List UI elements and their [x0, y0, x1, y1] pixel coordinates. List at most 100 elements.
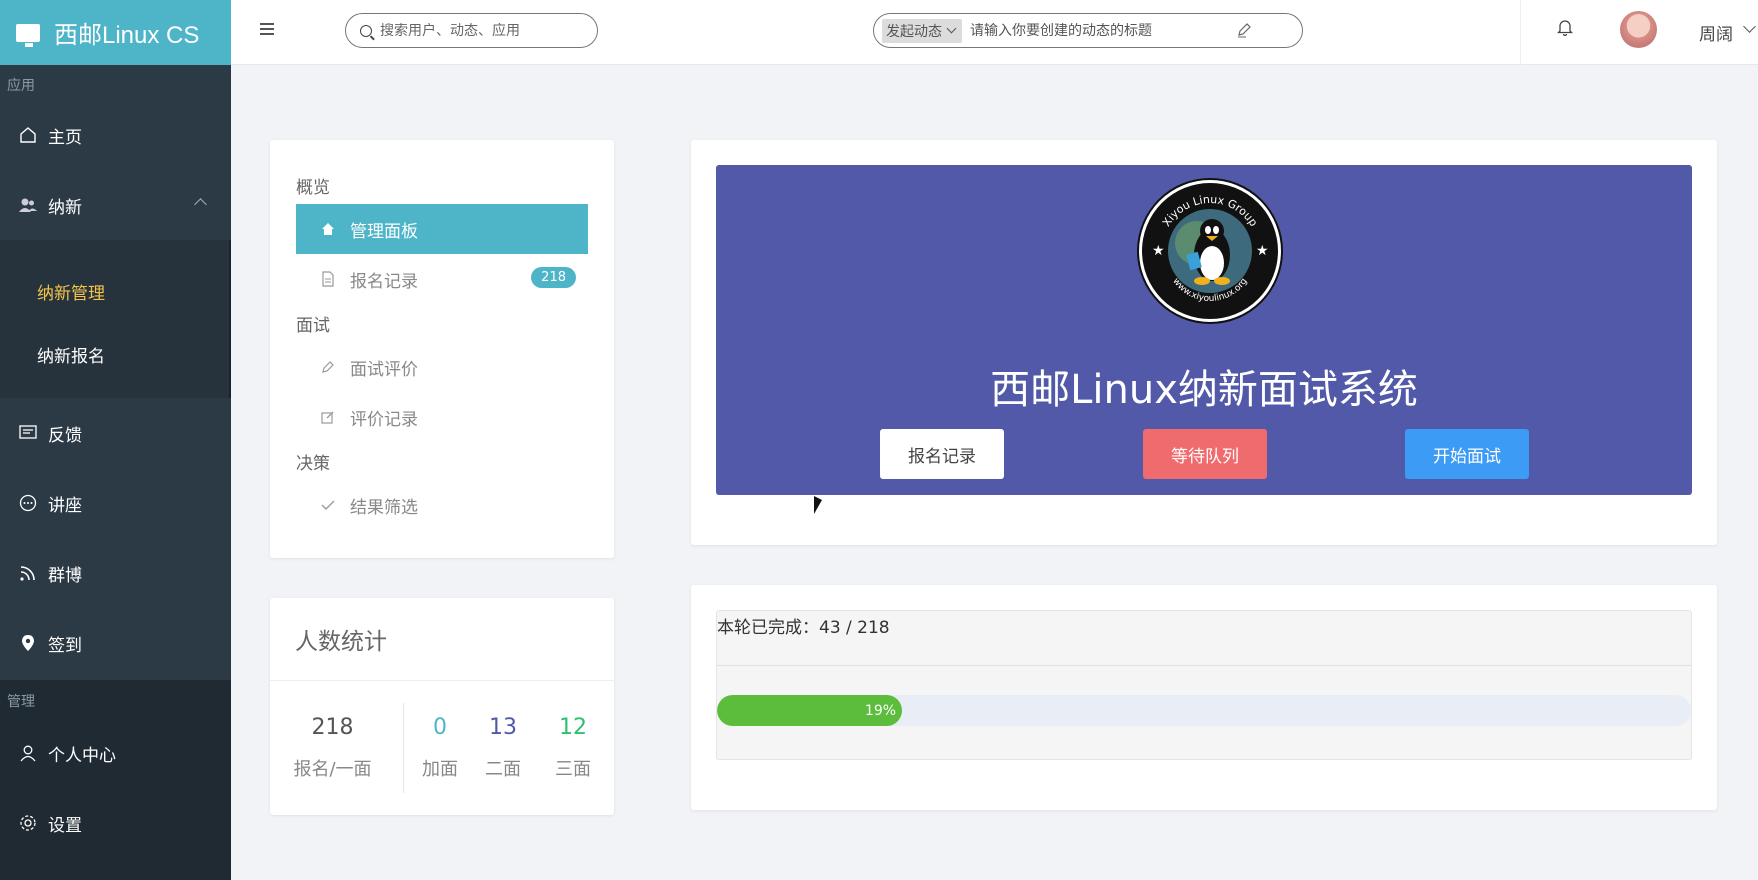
search-box[interactable]	[345, 13, 598, 48]
sidebar-item-label: 个人中心	[48, 745, 116, 766]
sidebar-manage-section: 管理 个人中心 设置	[0, 680, 231, 880]
stat-signup: 218 报名/一面	[270, 715, 395, 781]
chevron-down-icon[interactable]	[1743, 20, 1756, 33]
waiting-queue-button[interactable]: 等待队列	[1143, 429, 1267, 479]
sidebar-item-label: 纳新	[48, 197, 82, 218]
avatar[interactable]	[1620, 11, 1657, 48]
menu-item-eval-records[interactable]: 评价记录	[296, 392, 588, 442]
stat-extra: 0 加面	[412, 715, 468, 781]
home-icon	[18, 125, 38, 145]
progress-panel: 本轮已完成：43 / 218 19%	[716, 610, 1692, 760]
sidebar: 西邮Linux CS 应用 主页 纳新 纳新管理 纳新报名 反馈 讲座 群博 签…	[0, 0, 231, 880]
stat-number: 12	[559, 715, 587, 740]
menu-item-label: 报名记录	[350, 271, 418, 292]
menu-item-label: 面试评价	[350, 359, 418, 380]
sidebar-item-label: 签到	[48, 635, 82, 656]
topbar: 发起动态 周阔	[231, 0, 1758, 65]
progress-fill: 19%	[717, 695, 903, 726]
section-label-manage: 管理	[7, 694, 35, 710]
app-title: 西邮Linux CS	[54, 22, 200, 49]
stat-label: 二面	[485, 759, 521, 780]
sidebar-subitem-recruit-manage[interactable]: 纳新管理	[0, 260, 229, 323]
sidebar-item-label: 设置	[48, 815, 82, 836]
hero-card: Xiyou Linux Group www.xiyoulinux.org ★ ★…	[691, 140, 1717, 545]
svg-text:★: ★	[1152, 243, 1165, 259]
stat-number: 13	[489, 715, 517, 740]
stat-label: 报名/一面	[293, 759, 372, 780]
post-title-input[interactable]	[970, 22, 1240, 39]
section-label-apps: 应用	[7, 77, 35, 94]
progress-label: 本轮已完成：43 / 218	[717, 611, 1691, 666]
menu-item-label: 管理面板	[350, 221, 418, 242]
chevron-down-icon	[946, 23, 957, 34]
progress-percent: 19%	[864, 702, 897, 719]
stat-label: 加面	[422, 759, 458, 780]
menu-item-label: 结果筛选	[350, 497, 418, 518]
home-icon	[320, 221, 336, 237]
post-type-select[interactable]: 发起动态	[882, 18, 962, 43]
sidebar-item-profile[interactable]: 个人中心	[0, 718, 231, 788]
stats-row: 218 报名/一面 0 加面 13 二面 12 三面	[270, 681, 614, 815]
post-box[interactable]: 发起动态	[873, 13, 1303, 48]
overview-card: 概览 管理面板 报名记录 218 面试 面试评价 评价记录 决策 结果筛选	[270, 140, 614, 558]
progress-card: 本轮已完成：43 / 218 19%	[691, 585, 1717, 810]
menu-toggle-icon[interactable]	[260, 23, 274, 35]
svg-text:★: ★	[1256, 243, 1269, 259]
bell-icon[interactable]	[1556, 18, 1574, 40]
chat-icon	[18, 493, 38, 513]
users-icon	[18, 195, 38, 215]
stat-number: 0	[433, 715, 447, 740]
document-icon	[320, 271, 336, 287]
group-title-interview: 面试	[296, 315, 330, 336]
search-input[interactable]	[380, 22, 570, 39]
chevron-up-icon	[194, 198, 207, 211]
post-type-label: 发起动态	[886, 23, 942, 40]
sidebar-item-recruit[interactable]: 纳新	[0, 170, 231, 240]
brand[interactable]: 西邮Linux CS	[0, 0, 231, 65]
monitor-icon	[16, 23, 40, 47]
menu-item-label: 评价记录	[350, 409, 418, 430]
sidebar-item-checkin[interactable]: 签到	[0, 608, 231, 678]
hero-title: 西邮Linux纳新面试系统	[990, 367, 1418, 413]
sidebar-item-label: 群博	[48, 565, 82, 586]
gear-icon	[18, 813, 38, 833]
start-interview-button[interactable]: 开始面试	[1405, 429, 1529, 479]
sidebar-item-lecture[interactable]: 讲座	[0, 468, 231, 538]
group-title-overview: 概览	[296, 177, 330, 198]
user-icon	[18, 743, 38, 763]
signup-records-button[interactable]: 报名记录	[880, 429, 1004, 479]
pen-icon[interactable]	[1236, 22, 1252, 38]
sidebar-item-settings[interactable]: 设置	[0, 788, 231, 858]
stat-number: 218	[311, 715, 354, 740]
sidebar-subitem-recruit-signup[interactable]: 纳新报名	[0, 323, 229, 386]
username[interactable]: 周阔	[1699, 20, 1733, 45]
menu-item-signup-records[interactable]: 报名记录 218	[296, 254, 588, 304]
menu-item-interview-eval[interactable]: 面试评价	[296, 342, 588, 392]
count-badge: 218	[531, 267, 576, 288]
pen-icon	[320, 359, 336, 375]
sidebar-submenu: 纳新管理 纳新报名	[0, 240, 231, 398]
topbar-divider	[1520, 0, 1521, 65]
sidebar-item-home[interactable]: 主页	[0, 100, 231, 170]
xiyou-linux-logo: Xiyou Linux Group www.xiyoulinux.org ★ ★	[1139, 180, 1281, 322]
stats-divider	[403, 703, 404, 793]
check-icon	[320, 497, 336, 513]
group-title-decision: 决策	[296, 453, 330, 474]
sidebar-item-feedback[interactable]: 反馈	[0, 398, 231, 468]
stat-label: 三面	[555, 759, 591, 780]
edit-icon	[320, 409, 336, 425]
mouse-cursor	[814, 496, 822, 514]
stats-title: 人数统计	[270, 598, 614, 681]
stat-third: 12 三面	[538, 715, 608, 781]
stat-second: 13 二面	[468, 715, 538, 781]
search-icon	[360, 24, 372, 37]
progress-bar: 19%	[717, 695, 1691, 726]
rss-icon	[18, 563, 38, 583]
menu-item-result-filter[interactable]: 结果筛选	[296, 480, 588, 530]
menu-item-dashboard[interactable]: 管理面板	[296, 204, 588, 254]
location-icon	[18, 633, 38, 653]
message-icon	[18, 423, 38, 443]
hero-banner: Xiyou Linux Group www.xiyoulinux.org ★ ★…	[716, 165, 1692, 495]
sidebar-item-blog[interactable]: 群博	[0, 538, 231, 608]
sidebar-item-label: 反馈	[48, 425, 82, 446]
